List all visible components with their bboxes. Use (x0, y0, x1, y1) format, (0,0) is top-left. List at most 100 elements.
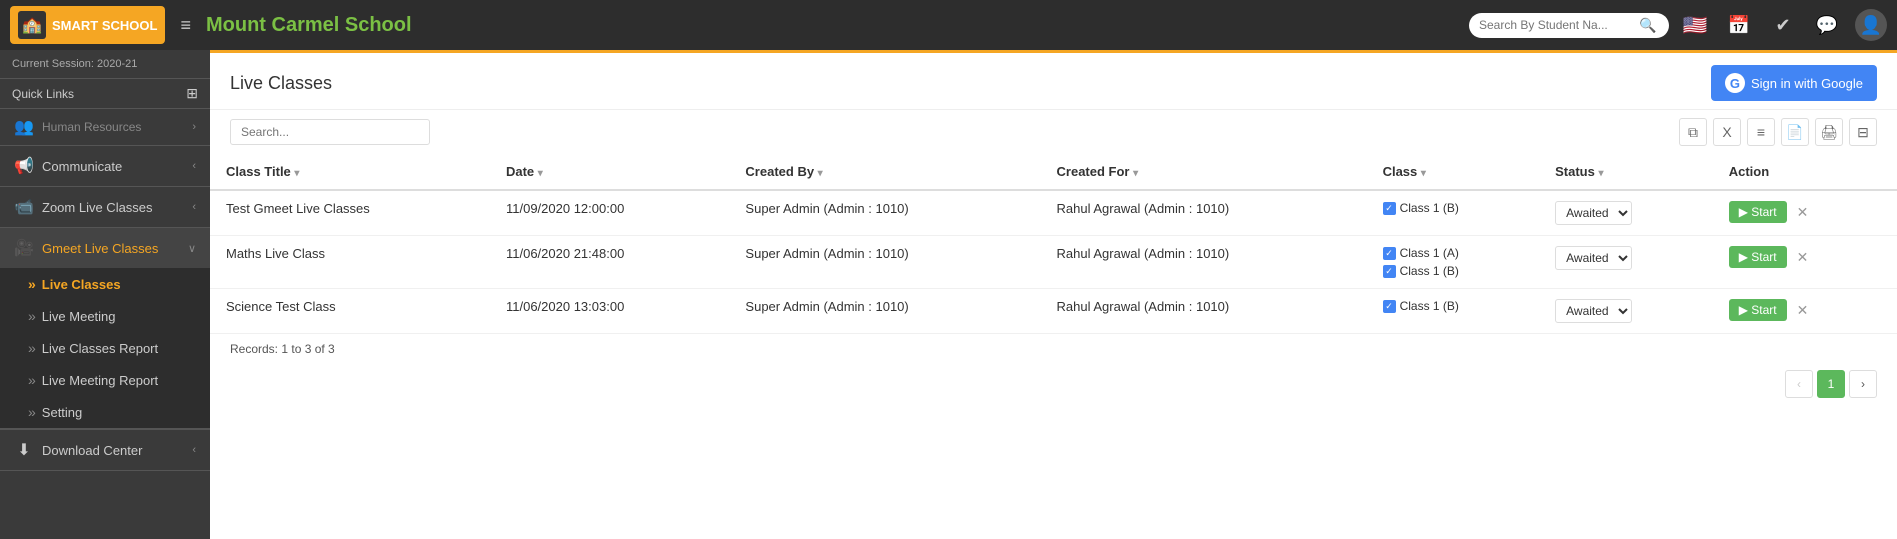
zoom-live-classes-label: Zoom Live Classes (42, 200, 184, 215)
checkbox-checked-icon: ✓ (1383, 265, 1396, 278)
col-action: Action (1713, 154, 1897, 190)
submenu-item-live-classes-report[interactable]: » Live Classes Report (0, 332, 210, 364)
excel-icon[interactable]: X (1713, 118, 1741, 146)
sidebar-item-human-resources[interactable]: 👥 Human Resources › (0, 109, 210, 145)
sidebar-item-zoom-live-classes[interactable]: 📹 Zoom Live Classes ‹ (0, 187, 210, 227)
cell-action: ▶ Start ✕ (1713, 289, 1897, 334)
action-cell: ▶ Start ✕ (1729, 299, 1881, 321)
class-label: Class 1 (B) (1400, 201, 1459, 215)
table-action-icons: ⧉ X ≡ 📄 🖨 ⊟ (1679, 118, 1877, 146)
grid-icon[interactable]: ⊞ (186, 85, 198, 102)
start-button[interactable]: ▶ Start (1729, 246, 1787, 268)
download-chevron: ‹ (192, 444, 196, 456)
top-nav: 🏫 SMART SCHOOL ≡ Mount Carmel School 🔍 🇺… (0, 0, 1897, 50)
gmeet-submenu: » Live Classes » Live Meeting » Live Cla… (0, 268, 210, 428)
cell-status: AwaitedStartedEnded (1539, 236, 1713, 289)
delete-button[interactable]: ✕ (1793, 247, 1813, 268)
table-search-input[interactable] (230, 119, 430, 145)
logo-icon: 🏫 (18, 11, 46, 39)
sort-icon-class: ▾ (1421, 168, 1426, 179)
pagination: ‹ 1 › (210, 364, 1897, 404)
cell-class-title: Maths Live Class (210, 236, 490, 289)
copy-icon[interactable]: ⧉ (1679, 118, 1707, 146)
live-meeting-label: Live Meeting (42, 309, 116, 324)
nav-icons: 🇺🇸 📅 ✔ 💬 👤 (1679, 9, 1887, 41)
search-bar: 🔍 (1469, 13, 1669, 38)
column-icon[interactable]: ⊟ (1849, 118, 1877, 146)
google-signin-button[interactable]: G Sign in with Google (1711, 65, 1877, 101)
status-select[interactable]: AwaitedStartedEnded (1555, 201, 1632, 225)
chevron-icon: › (192, 121, 196, 133)
table-body: Test Gmeet Live Classes11/09/2020 12:00:… (210, 190, 1897, 334)
google-g-icon: G (1725, 73, 1745, 93)
communicate-chevron: ‹ (192, 160, 196, 172)
search-input[interactable] (1479, 18, 1639, 32)
cell-created-by: Super Admin (Admin : 1010) (729, 236, 1040, 289)
calendar-icon[interactable]: 📅 (1723, 9, 1755, 41)
flag-icon[interactable]: 🇺🇸 (1679, 9, 1711, 41)
section-zoom-live-classes: 📹 Zoom Live Classes ‹ (0, 187, 210, 228)
section-download-center: ⬇ Download Center ‹ (0, 429, 210, 471)
table-toolbar: ⧉ X ≡ 📄 🖨 ⊟ (210, 110, 1897, 154)
cell-action: ▶ Start ✕ (1713, 236, 1897, 289)
sidebar-item-download-center[interactable]: ⬇ Download Center ‹ (0, 430, 210, 470)
section-communicate: 📢 Communicate ‹ (0, 146, 210, 187)
submenu-item-live-meeting-report[interactable]: » Live Meeting Report (0, 364, 210, 396)
dot-icon-3: » (28, 372, 36, 388)
data-table: Class Title ▾ Date ▾ Created By ▾ Create… (210, 154, 1897, 334)
sort-icon-title: ▾ (294, 168, 299, 179)
main-layout: Current Session: 2020-21 Quick Links ⊞ 👥… (0, 50, 1897, 539)
table-row: Science Test Class11/06/2020 13:03:00Sup… (210, 289, 1897, 334)
communicate-icon: 📢 (14, 156, 34, 176)
status-select[interactable]: AwaitedStartedEnded (1555, 246, 1632, 270)
active-bullet: » (28, 276, 36, 292)
gmeet-icon: 🎥 (14, 238, 34, 258)
action-cell: ▶ Start ✕ (1729, 201, 1881, 223)
human-resources-label: Human Resources (42, 120, 184, 134)
class-label: Class 1 (B) (1400, 264, 1459, 278)
cell-class-title: Science Test Class (210, 289, 490, 334)
pdf-icon[interactable]: 📄 (1781, 118, 1809, 146)
zoom-icon: 📹 (14, 197, 34, 217)
submenu-item-live-meeting[interactable]: » Live Meeting (0, 300, 210, 332)
whatsapp-icon[interactable]: 💬 (1811, 9, 1843, 41)
logo: 🏫 SMART SCHOOL (10, 6, 165, 44)
col-created-by: Created By ▾ (729, 154, 1040, 190)
submenu-item-setting[interactable]: » Setting (0, 396, 210, 428)
delete-button[interactable]: ✕ (1793, 202, 1813, 223)
class-label: Class 1 (A) (1400, 246, 1459, 260)
next-page-btn[interactable]: › (1849, 370, 1877, 398)
cell-date: 11/06/2020 21:48:00 (490, 236, 729, 289)
records-info: Records: 1 to 3 of 3 (210, 334, 1897, 364)
cell-action: ▶ Start ✕ (1713, 190, 1897, 236)
print-icon[interactable]: 🖨 (1815, 118, 1843, 146)
start-button[interactable]: ▶ Start (1729, 201, 1787, 223)
sort-icon-created-by: ▾ (818, 168, 823, 179)
logo-text: SMART SCHOOL (52, 18, 157, 33)
status-select[interactable]: AwaitedStartedEnded (1555, 299, 1632, 323)
submenu-item-live-classes[interactable]: » Live Classes (0, 268, 210, 300)
cell-class: ✓Class 1 (B) (1367, 190, 1540, 236)
cell-created-for: Rahul Agrawal (Admin : 1010) (1041, 236, 1367, 289)
user-icon[interactable]: 👤 (1855, 9, 1887, 41)
col-class: Class ▾ (1367, 154, 1540, 190)
communicate-label: Communicate (42, 159, 184, 174)
action-cell: ▶ Start ✕ (1729, 246, 1881, 268)
live-classes-label: Live Classes (42, 277, 121, 292)
delete-button[interactable]: ✕ (1793, 300, 1813, 321)
start-button[interactable]: ▶ Start (1729, 299, 1787, 321)
check-icon[interactable]: ✔ (1767, 9, 1799, 41)
checkbox-item: ✓ Class 1 (B) (1383, 264, 1524, 278)
col-class-title: Class Title ▾ (210, 154, 490, 190)
sidebar-item-gmeet-live-classes[interactable]: 🎥 Gmeet Live Classes ∨ (0, 228, 210, 268)
hamburger-icon[interactable]: ≡ (175, 10, 196, 41)
setting-label: Setting (42, 405, 82, 420)
checkbox-item: ✓Class 1 (B) (1383, 201, 1524, 215)
prev-page-btn[interactable]: ‹ (1785, 370, 1813, 398)
sidebar-item-communicate[interactable]: 📢 Communicate ‹ (0, 146, 210, 186)
page-1-btn[interactable]: 1 (1817, 370, 1845, 398)
cell-status: AwaitedStartedEnded (1539, 289, 1713, 334)
cell-created-for: Rahul Agrawal (Admin : 1010) (1041, 190, 1367, 236)
csv-icon[interactable]: ≡ (1747, 118, 1775, 146)
section-human-resources: 👥 Human Resources › (0, 109, 210, 146)
